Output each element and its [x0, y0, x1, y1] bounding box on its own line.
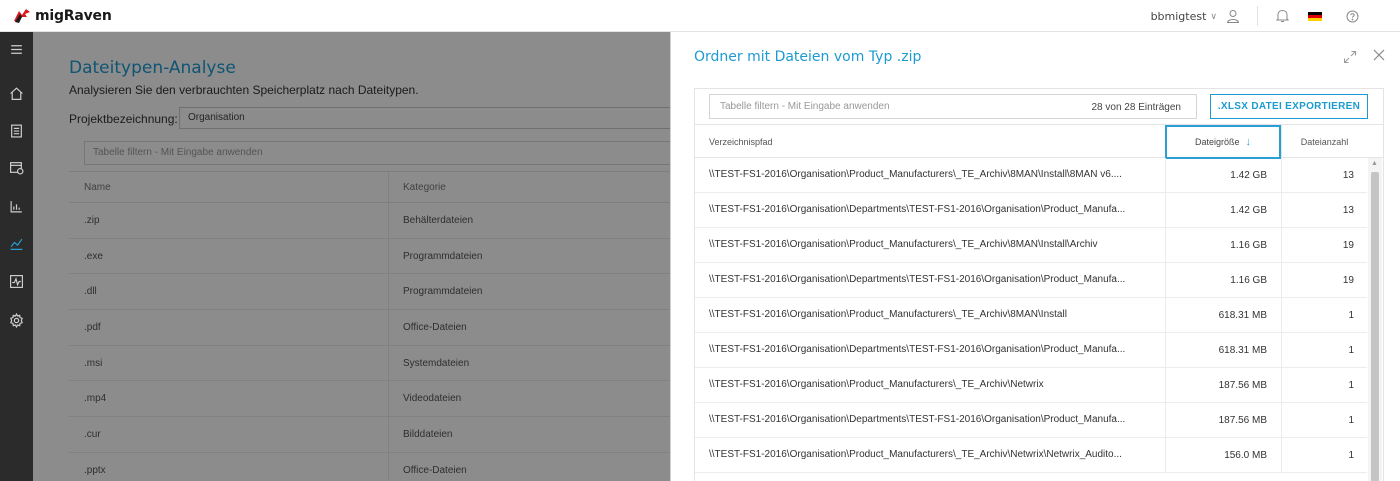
filter-placeholder: Tabelle filtern - Mit Eingabe anwenden [720, 101, 890, 112]
cell-path: \\TEST-FS1-2016\Organisation\Product_Man… [709, 379, 1044, 390]
cell-size: 618.31 MB [1165, 333, 1281, 368]
cell-path: \\TEST-FS1-2016\Organisation\Product_Man… [709, 169, 1122, 180]
cell-count: 1 [1281, 368, 1367, 403]
clipboard-icon[interactable] [0, 118, 33, 142]
table-row[interactable]: \\TEST-FS1-2016\Organisation\Product_Man… [695, 438, 1367, 473]
close-icon[interactable] [1371, 47, 1387, 63]
cell-size: 1.42 GB [1165, 158, 1281, 193]
top-bar: migRaven bbmigtest ∨ [0, 0, 1400, 32]
sidebar [0, 32, 33, 481]
table-row[interactable]: \\TEST-FS1-2016\Organisation\Product_Man… [695, 228, 1367, 263]
details-panel: Ordner mit Dateien vom Typ .zip Tabelle … [670, 32, 1400, 481]
cell-path: \\TEST-FS1-2016\Organisation\Departments… [709, 204, 1126, 215]
cell-count: 1 [1281, 298, 1367, 333]
table-row[interactable]: \\TEST-FS1-2016\Organisation\Departments… [695, 333, 1367, 368]
column-header-size[interactable]: Dateigröße ↓ [1165, 125, 1281, 159]
cell-path: \\TEST-FS1-2016\Organisation\Product_Man… [709, 449, 1122, 460]
cell-path: \\TEST-FS1-2016\Organisation\Product_Man… [709, 239, 1098, 250]
migraven-logo-icon [14, 8, 30, 23]
cell-size: 156.0 MB [1165, 438, 1281, 473]
cell-size: 1.16 GB [1165, 228, 1281, 263]
cell-size: 1.16 GB [1165, 263, 1281, 298]
bar-chart-icon[interactable] [0, 194, 33, 218]
scrollbar[interactable]: ▲ [1368, 158, 1382, 481]
column-header-size-label: Dateigröße [1194, 137, 1240, 147]
cell-size: 618.31 MB [1165, 298, 1281, 333]
table-row[interactable]: \\TEST-FS1-2016\Organisation\Product_Man… [695, 298, 1367, 333]
column-header-path[interactable]: Verzeichnispfad [709, 137, 773, 147]
settings-icon[interactable] [0, 308, 33, 332]
cell-path: \\TEST-FS1-2016\Organisation\Departments… [709, 274, 1126, 285]
cell-size: 187.56 MB [1165, 368, 1281, 403]
help-icon[interactable] [1344, 8, 1360, 24]
cell-size: 1.42 GB [1165, 193, 1281, 228]
divider [1257, 6, 1258, 26]
cell-path: \\TEST-FS1-2016\Organisation\Product_Man… [709, 309, 1067, 320]
cell-count: 13 [1281, 158, 1367, 193]
panel-filter-input[interactable]: Tabelle filtern - Mit Eingabe anwenden 2… [709, 94, 1197, 119]
entry-count: 28 von 28 Einträgen [1091, 102, 1181, 113]
cell-count: 19 [1281, 228, 1367, 263]
folders-table-card: Tabelle filtern - Mit Eingabe anwenden 2… [694, 88, 1384, 481]
cell-count: 1 [1281, 333, 1367, 368]
modal-backdrop[interactable] [33, 32, 670, 481]
cell-count: 1 [1281, 403, 1367, 438]
table-row[interactable]: \\TEST-FS1-2016\Organisation\Product_Man… [695, 368, 1367, 403]
scroll-up-icon[interactable]: ▲ [1371, 160, 1378, 167]
scrollbar-thumb[interactable] [1371, 172, 1379, 481]
cell-path: \\TEST-FS1-2016\Organisation\Departments… [709, 344, 1126, 355]
chevron-down-icon[interactable]: ∨ [1210, 11, 1217, 22]
cell-count: 19 [1281, 263, 1367, 298]
cell-count: 1 [1281, 438, 1367, 473]
cell-count: 13 [1281, 193, 1367, 228]
table-body: \\TEST-FS1-2016\Organisation\Product_Man… [695, 158, 1367, 481]
table-row[interactable]: \\TEST-FS1-2016\Organisation\Departments… [695, 193, 1367, 228]
calendar-clock-icon[interactable] [0, 155, 33, 179]
cell-size: 187.56 MB [1165, 403, 1281, 438]
brand[interactable]: migRaven [0, 0, 112, 32]
bell-icon[interactable] [1274, 8, 1290, 24]
table-header: Verzeichnispfad Dateigröße ↓ Dateianzahl [695, 124, 1383, 159]
activity-chart-icon[interactable] [0, 269, 33, 293]
line-chart-icon[interactable] [0, 231, 33, 255]
user-icon[interactable] [1225, 8, 1241, 24]
flag-de-icon[interactable] [1308, 11, 1322, 21]
table-row[interactable]: \\TEST-FS1-2016\Organisation\Departments… [695, 403, 1367, 438]
brand-name: migRaven [35, 7, 112, 24]
table-row[interactable]: \\TEST-FS1-2016\Organisation\Departments… [695, 263, 1367, 298]
cell-path: \\TEST-FS1-2016\Organisation\Departments… [709, 414, 1126, 425]
menu-icon[interactable] [0, 37, 33, 61]
column-header-count[interactable]: Dateianzahl [1281, 125, 1367, 159]
sort-descending-icon: ↓ [1245, 136, 1252, 148]
panel-title: Ordner mit Dateien vom Typ .zip [694, 49, 922, 65]
home-icon[interactable] [0, 81, 33, 105]
top-right-controls: bbmigtest ∨ [1151, 0, 1400, 32]
user-name[interactable]: bbmigtest [1151, 10, 1207, 23]
export-xlsx-button[interactable]: .XLSX DATEI EXPORTIEREN [1210, 94, 1368, 119]
table-row[interactable]: \\TEST-FS1-2016\Organisation\Product_Man… [695, 158, 1367, 193]
expand-icon[interactable] [1343, 50, 1357, 64]
